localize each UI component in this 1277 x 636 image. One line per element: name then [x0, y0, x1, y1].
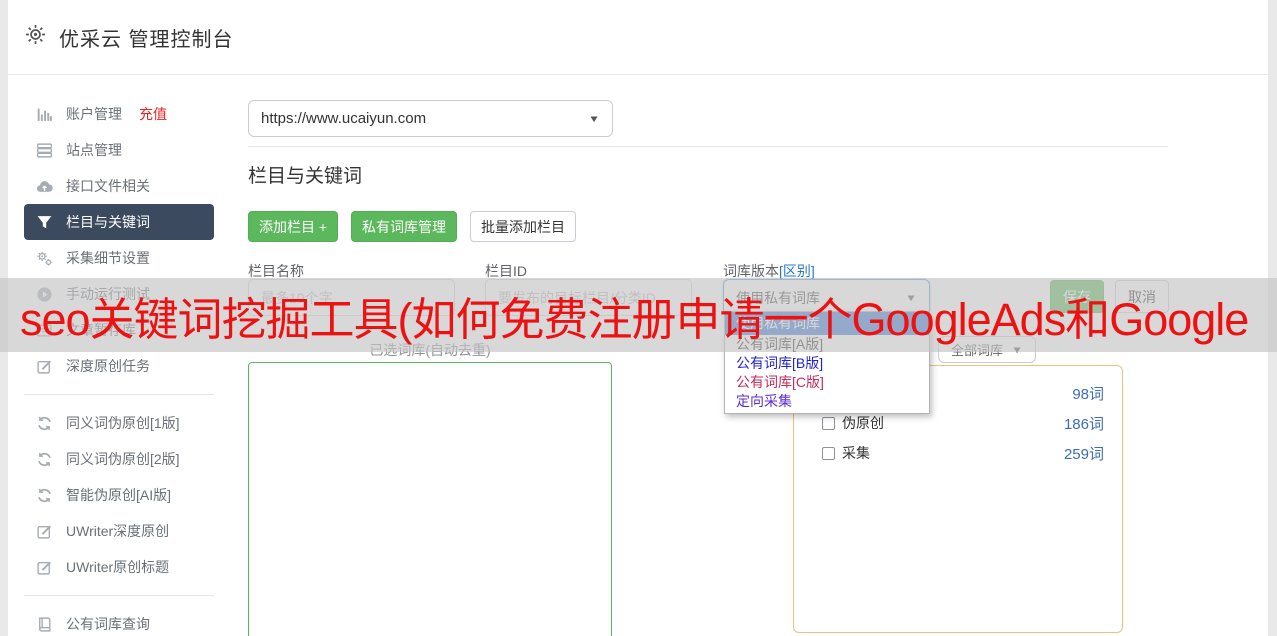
sidebar-item-label: 深度原创任务 — [66, 356, 150, 376]
lib-word-count: 259词 — [1064, 443, 1104, 464]
dropdown-option-directed[interactable]: 定向采集 — [725, 392, 929, 411]
sidebar-item-interface-files[interactable]: 接口文件相关 — [24, 168, 214, 204]
refresh-icon — [36, 487, 53, 504]
server-icon — [36, 142, 53, 159]
dropdown-option-public-b[interactable]: 公有词库[B版] — [725, 354, 929, 373]
sidebar-item-synonym-1[interactable]: 同义词伪原创[1版] — [24, 405, 214, 441]
dropdown-option-public-c[interactable]: 公有词库[C版] — [725, 373, 929, 392]
private-lib-button[interactable]: 私有词库管理 — [351, 211, 457, 242]
top-header: 优采云 管理控制台 — [8, 0, 1268, 75]
sidebar-item-uwriter-deep[interactable]: UWriter深度原创 — [24, 513, 214, 549]
sidebar-item-label: 智能伪原创[AI版] — [66, 485, 171, 505]
lib-word-count: 186词 — [1064, 413, 1104, 434]
app-logo-gear-icon — [24, 23, 47, 51]
add-column-button[interactable]: 添加栏目 + — [248, 211, 338, 242]
sidebar-item-deep-original[interactable]: 深度原创任务 — [24, 348, 214, 384]
app-title: 优采云 管理控制台 — [59, 23, 234, 52]
sidebar-divider — [24, 595, 214, 596]
recharge-badge[interactable]: 充值 — [139, 104, 167, 124]
sidebar-item-label: 站点管理 — [66, 140, 122, 160]
sidebar-item-sites[interactable]: 站点管理 — [24, 132, 214, 168]
sidebar-item-label: 同义词伪原创[2版] — [66, 449, 180, 469]
sidebar-item-account[interactable]: 账户管理 充值 — [24, 96, 214, 132]
sidebar-item-synonym-2[interactable]: 同义词伪原创[2版] — [24, 441, 214, 477]
sidebar-item-collect-settings[interactable]: 采集细节设置 — [24, 240, 214, 276]
batch-add-button[interactable]: 批量添加栏目 — [470, 211, 576, 242]
sidebar-item-label: 同义词伪原创[1版] — [66, 413, 180, 433]
site-select[interactable]: https://www.ucaiyun.com ▼ — [248, 100, 613, 137]
bar-chart-icon — [36, 106, 53, 123]
sidebar-item-columns-keywords[interactable]: 栏目与关键词 — [24, 204, 214, 240]
sidebar-item-label: 公有词库查询 — [66, 614, 150, 634]
difference-link[interactable]: [区别] — [779, 263, 815, 279]
edit-icon — [36, 358, 53, 375]
sidebar-item-uwriter-title[interactable]: UWriter原创标题 — [24, 549, 214, 585]
sidebar-item-label: 接口文件相关 — [66, 176, 150, 196]
sidebar-item-label: 栏目与关键词 — [66, 212, 150, 232]
refresh-icon — [36, 451, 53, 468]
section-divider — [248, 146, 1168, 147]
watermark-text: seo关键词挖掘工具(如何免费注册申请一个GoogleAds和Google — [0, 283, 1248, 348]
cloud-upload-icon — [36, 178, 53, 195]
sidebar-item-label: UWriter原创标题 — [66, 557, 169, 577]
watermark-banner: seo关键词挖掘工具(如何免费注册申请一个GoogleAds和Google — [0, 278, 1277, 352]
checkbox-pseudo-original[interactable] — [822, 417, 835, 430]
lib-name: 采集 — [842, 443, 870, 463]
funnel-icon — [36, 214, 53, 231]
gears-icon — [36, 250, 53, 267]
chevron-down-icon: ▼ — [588, 113, 600, 124]
sidebar-nav: 账户管理 充值 站点管理 接口文件相关 栏目与关键词 — [24, 96, 214, 636]
refresh-icon — [36, 415, 53, 432]
page-title: 栏目与关键词 — [248, 161, 362, 188]
selected-lib-box[interactable] — [248, 362, 612, 636]
book-icon — [36, 616, 53, 633]
sidebar-item-label: UWriter深度原创 — [66, 521, 169, 541]
checkbox-collect[interactable] — [822, 447, 835, 460]
site-select-value: https://www.ucaiyun.com — [261, 110, 580, 127]
edit-icon — [36, 523, 53, 540]
edit-icon — [36, 559, 53, 576]
app-window: 优采云 管理控制台 账户管理 充值 站点管理 — [0, 0, 1277, 636]
lib-row: 采集 259词 — [794, 438, 1122, 468]
sidebar-item-ai-rewrite[interactable]: 智能伪原创[AI版] — [24, 477, 214, 513]
sidebar-item-label: 账户管理 — [66, 104, 122, 124]
sidebar-item-public-lib-query[interactable]: 公有词库查询 — [24, 606, 214, 636]
sidebar-item-label: 采集细节设置 — [66, 248, 150, 268]
lib-word-count: 98词 — [1072, 383, 1104, 404]
lib-name: 伪原创 — [842, 413, 884, 433]
sidebar-divider — [24, 394, 214, 395]
